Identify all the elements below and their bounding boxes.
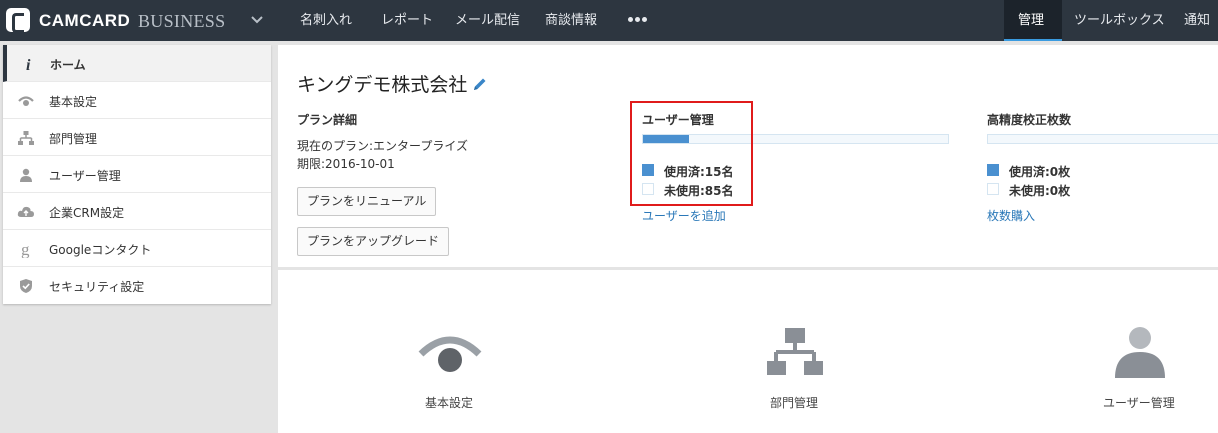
used-legend-swatch [987, 164, 999, 176]
sidebar-item-label: ユーザー管理 [49, 169, 121, 183]
chevron-down-icon[interactable] [249, 12, 265, 28]
buy-sheets-link[interactable]: 枚数購入 [987, 207, 1035, 224]
tile-basic-settings-label[interactable]: 基本設定 [425, 394, 473, 411]
highlight-box [630, 101, 753, 206]
sidebar-item-label: 部門管理 [49, 132, 98, 146]
sidebar-item-label: セキュリティ設定 [49, 280, 145, 294]
plan-expiry-text: 期限:2016-10-01 [297, 157, 395, 171]
top-navigation-bar: CAMCARD BUSINESS 名刺入れ レポート メール配信 商談情報 管理… [0, 0, 1218, 41]
nav-item-report[interactable]: レポート [381, 0, 433, 41]
camcard-logo-icon[interactable] [6, 8, 30, 33]
sidebar-item-label: 企業CRM設定 [49, 206, 125, 220]
nav-item-notice[interactable]: 通知 [1184, 0, 1210, 41]
info-icon: i [26, 57, 31, 73]
eye-icon [18, 96, 34, 106]
eye-icon[interactable] [418, 328, 482, 376]
upgrade-plan-button[interactable]: プランをアップグレード [297, 227, 450, 256]
nav-item-admin[interactable]: 管理 [1018, 0, 1044, 41]
plan-details-title: プラン詳細 [297, 113, 358, 127]
sidebar: i ホーム 基本設定 部門管理 ユーザー管理 企業CRM設定 g Googleコ… [3, 45, 271, 304]
cloud-icon [17, 206, 34, 217]
add-user-link[interactable]: ユーザーを追加 [642, 207, 726, 224]
accuracy-usage-bar [987, 134, 1218, 144]
svg-text:i: i [26, 57, 31, 73]
sidebar-item-departments[interactable]: 部門管理 [3, 119, 271, 156]
unused-legend-swatch [987, 183, 999, 195]
sidebar-item-label: 基本設定 [49, 95, 98, 109]
sidebar-item-crm[interactable]: 企業CRM設定 [3, 193, 271, 230]
tile-departments-label[interactable]: 部門管理 [770, 394, 818, 411]
org-chart-icon[interactable] [766, 327, 824, 377]
nav-item-deals[interactable]: 商談情報 [545, 0, 597, 41]
org-chart-icon [18, 131, 34, 145]
brand-edition[interactable]: BUSINESS [138, 11, 225, 32]
svg-text:g: g [21, 240, 30, 258]
sidebar-item-users[interactable]: ユーザー管理 [3, 156, 271, 193]
sidebar-item-label: Googleコンタクト [49, 243, 152, 257]
sidebar-item-security[interactable]: セキュリティ設定 [3, 267, 271, 304]
company-name: キングデモ株式会社 [297, 74, 468, 96]
google-icon: g [21, 240, 30, 258]
tile-user-management-label[interactable]: ユーザー管理 [1103, 394, 1175, 411]
current-plan-text: 現在のプラン:エンタープライズ [297, 139, 468, 153]
sidebar-item-google-contacts[interactable]: g Googleコンタクト [3, 230, 271, 267]
more-dots-icon[interactable] [626, 17, 650, 25]
pencil-icon[interactable] [472, 76, 488, 92]
sidebar-item-home[interactable]: i ホーム [3, 45, 271, 82]
user-icon[interactable] [1113, 326, 1167, 378]
renew-plan-button[interactable]: プランをリニューアル [297, 187, 437, 216]
user-icon [20, 168, 32, 182]
sidebar-item-basic-settings[interactable]: 基本設定 [3, 82, 271, 119]
shield-icon [20, 279, 32, 293]
accuracy-unused-text: 未使用:0枚 [1009, 184, 1071, 198]
sidebar-item-label: ホーム [50, 58, 86, 72]
brand-name[interactable]: CAMCARD [39, 11, 130, 31]
nav-item-toolbox[interactable]: ツールボックス [1074, 0, 1165, 41]
nav-item-mail[interactable]: メール配信 [455, 0, 520, 41]
nav-item-cardholder[interactable]: 名刺入れ [300, 0, 352, 41]
accuracy-used-text: 使用済:0枚 [1009, 165, 1071, 179]
accuracy-correction-title: 高精度校正枚数 [987, 113, 1072, 127]
